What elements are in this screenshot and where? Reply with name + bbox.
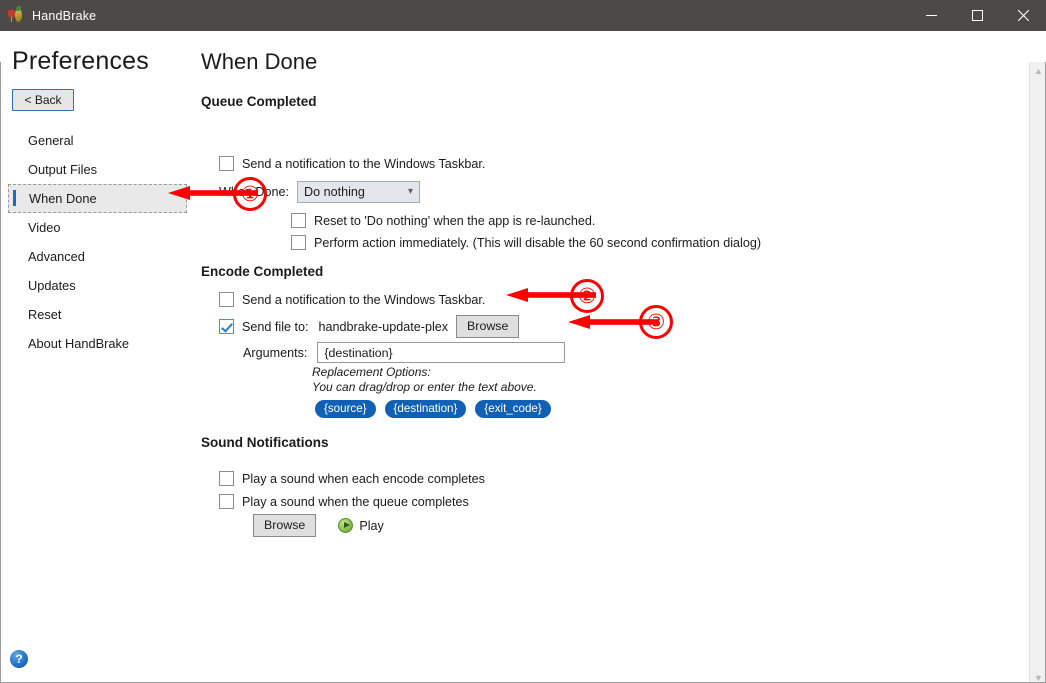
sound-each-encode-row[interactable]: Play a sound when each encode completes (219, 471, 485, 486)
token-exit-code[interactable]: {exit_code} (475, 400, 551, 418)
app-title: HandBrake (32, 8, 97, 23)
sound-each-encode-label: Play a sound when each encode completes (242, 471, 485, 486)
sidebar: Preferences < Back General Output Files … (0, 31, 195, 683)
play-label: Play (359, 518, 384, 533)
browse-button-send-file[interactable]: Browse (456, 315, 520, 338)
sidebar-item-label: Reset (28, 307, 62, 322)
sidebar-item-video[interactable]: Video (8, 213, 187, 242)
replacement-token-list: {source} {destination} {exit_code} (315, 400, 560, 418)
encode-notify-row[interactable]: Send a notification to the Windows Taskb… (219, 292, 485, 307)
send-file-label: Send file to: (242, 319, 309, 334)
sidebar-item-updates[interactable]: Updates (8, 271, 187, 300)
send-file-value: handbrake-update-plex (318, 319, 449, 334)
token-source[interactable]: {source} (315, 400, 376, 418)
arguments-label: Arguments: (243, 345, 308, 360)
arguments-row: Arguments: {destination} (243, 342, 566, 363)
encode-notify-label: Send a notification to the Windows Taskb… (242, 292, 486, 307)
queue-perform-checkbox[interactable] (291, 235, 306, 250)
main-page-title: When Done (201, 49, 318, 74)
sidebar-item-general[interactable]: General (8, 126, 187, 155)
window-left-border (0, 62, 1, 683)
sidebar-item-output-files[interactable]: Output Files (8, 155, 187, 184)
handbrake-preferences-window: HandBrake Preferences < Back General Out… (0, 0, 1046, 683)
sidebar-item-label: When Done (29, 191, 97, 206)
queue-reset-row[interactable]: Reset to 'Do nothing' when the app is re… (291, 213, 595, 228)
queue-reset-checkbox[interactable] (291, 213, 306, 228)
sound-queue-checkbox[interactable] (219, 494, 234, 509)
close-icon[interactable] (1000, 0, 1046, 31)
sidebar-item-reset[interactable]: Reset (8, 300, 187, 329)
selected-accent-bar (13, 190, 16, 206)
encode-notify-checkbox[interactable] (219, 292, 234, 307)
queue-notify-checkbox[interactable] (219, 156, 234, 171)
vertical-scrollbar[interactable]: ▲ ▼ (1029, 62, 1046, 683)
page-title: Preferences (12, 47, 149, 75)
title-bar: HandBrake (0, 0, 1046, 31)
sound-controls-row: Browse Play (253, 514, 384, 537)
maximize-icon[interactable] (954, 0, 1000, 31)
minimize-icon[interactable] (908, 0, 954, 31)
replacement-options-title: Replacement Options: (312, 365, 431, 379)
when-done-selected-value: Do nothing (304, 185, 365, 199)
scrollbar-down-arrow-icon[interactable]: ▼ (1030, 669, 1046, 683)
help-question-icon[interactable]: ? (10, 650, 28, 668)
browse-button-sound[interactable]: Browse (253, 514, 317, 537)
replacement-options-hint: You can drag/drop or enter the text abov… (312, 380, 537, 394)
sound-queue-row[interactable]: Play a sound when the queue completes (219, 494, 469, 509)
sidebar-item-label: About HandBrake (28, 336, 130, 351)
handbrake-pineapple-icon (8, 5, 24, 24)
sidebar-item-label: Updates (28, 278, 76, 293)
sound-each-encode-checkbox[interactable] (219, 471, 234, 486)
queue-perform-row[interactable]: Perform action immediately. (This will d… (291, 235, 761, 250)
arguments-input[interactable]: {destination} (317, 342, 566, 363)
send-file-row: Send file to: handbrake-update-plex Brow… (219, 315, 520, 338)
queue-notify-row[interactable]: Send a notification to the Windows Taskb… (219, 156, 485, 171)
sidebar-item-advanced[interactable]: Advanced (8, 242, 187, 271)
annotation-number-1: ① (233, 177, 267, 211)
when-done-select[interactable]: Do nothing ▾ (297, 181, 421, 203)
sound-queue-label: Play a sound when the queue completes (242, 494, 469, 509)
queue-perform-label: Perform action immediately. (This will d… (314, 235, 762, 250)
queue-reset-label: Reset to 'Do nothing' when the app is re… (314, 213, 596, 228)
section-heading-queue-completed: Queue Completed (201, 94, 317, 109)
sidebar-item-label: Advanced (28, 249, 85, 264)
play-icon[interactable] (338, 518, 354, 533)
sidebar-item-about-handbrake[interactable]: About HandBrake (8, 329, 187, 358)
sidebar-item-label: Output Files (28, 162, 97, 177)
queue-notify-label: Send a notification to the Windows Taskb… (242, 156, 486, 171)
sidebar-item-when-done[interactable]: When Done (8, 184, 187, 213)
section-heading-encode-completed: Encode Completed (201, 264, 324, 279)
scrollbar-up-arrow-icon[interactable]: ▲ (1030, 62, 1046, 79)
sidebar-item-label: General (28, 133, 74, 148)
chevron-down-icon: ▾ (407, 186, 414, 197)
scrollbar-track[interactable] (1030, 79, 1046, 669)
token-destination[interactable]: {destination} (384, 400, 467, 418)
section-heading-sound-notifications: Sound Notifications (201, 435, 329, 450)
send-file-checkbox[interactable] (219, 319, 234, 334)
back-button[interactable]: < Back (12, 89, 74, 111)
sidebar-item-label: Video (28, 220, 61, 235)
annotation-number-3: ③ (639, 305, 673, 339)
sidebar-nav: General Output Files When Done Video Adv… (0, 126, 195, 358)
annotation-number-2: ② (570, 279, 604, 313)
main-panel: When Done Queue Completed Send a notific… (195, 31, 1025, 683)
window-content: Preferences < Back General Output Files … (0, 31, 1046, 683)
